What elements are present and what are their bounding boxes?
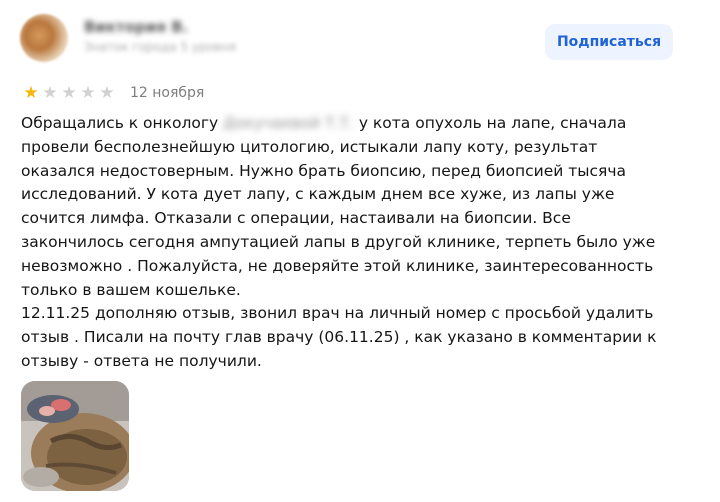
rating-stars: ★ ★ ★ ★ ★ — [22, 84, 116, 102]
review-date: 12 ноября — [130, 85, 205, 101]
star-icon: ★ — [23, 83, 39, 103]
star-icon: ★ — [80, 83, 96, 103]
cat-photo-image — [21, 381, 129, 491]
author-level: Знаток города 5 уровня — [84, 40, 237, 54]
review-text-part1: Обращались к онкологу — [21, 114, 219, 132]
hidden-doctor-name: Докучаевой Т.Т. — [223, 114, 354, 132]
review-text-update: 12.11.25 дополняю отзыв, звонил врач на … — [21, 304, 657, 370]
author-avatar[interactable] — [20, 14, 68, 62]
star-icon: ★ — [42, 83, 58, 103]
author-name[interactable]: Виктория В. — [84, 18, 188, 36]
review-text: Обращались к онкологу Докучаевой Т.Т. у … — [21, 112, 661, 374]
review-text-part2: у кота опухоль на лапе, сначала провели … — [21, 114, 656, 299]
review-photo[interactable] — [21, 381, 129, 491]
star-icon: ★ — [61, 83, 77, 103]
subscribe-button[interactable]: Подписаться — [545, 24, 673, 60]
star-icon: ★ — [99, 83, 115, 103]
